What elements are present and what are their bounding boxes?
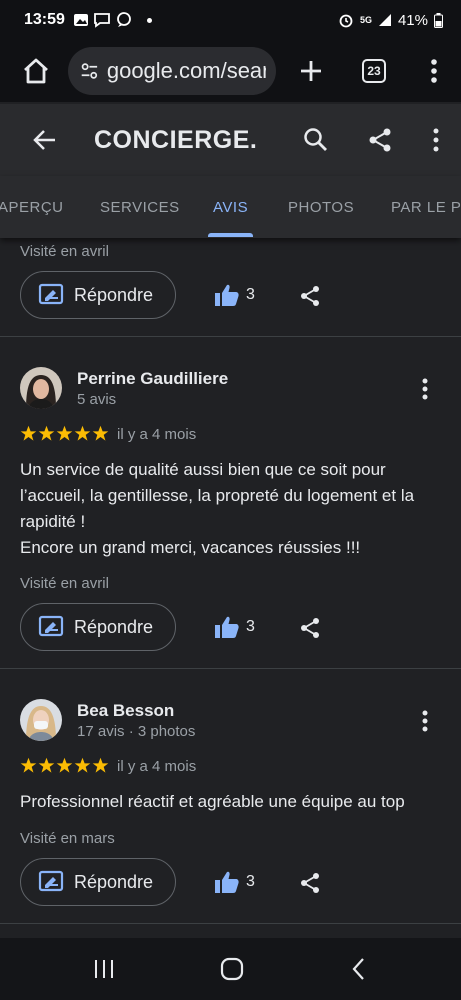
like-button[interactable]: 3 — [214, 870, 255, 894]
star-icon — [38, 757, 55, 773]
search-icon[interactable] — [303, 127, 329, 153]
tab-photos[interactable]: PHOTOS — [288, 199, 354, 216]
network-type: 5G — [359, 15, 372, 25]
star-icon — [92, 757, 109, 773]
reply-button[interactable]: Répondre — [20, 271, 176, 319]
share-review-icon[interactable] — [298, 871, 322, 895]
back-arrow-icon[interactable] — [32, 127, 58, 153]
battery-icon — [434, 12, 443, 28]
divider — [0, 336, 461, 337]
reply-label: Répondre — [74, 616, 154, 637]
chat-notification-icon-2 — [117, 12, 131, 27]
chat-notification-icon — [94, 13, 110, 28]
share-review-icon[interactable] — [298, 284, 322, 308]
star-rating — [20, 757, 109, 774]
avatar[interactable] — [20, 699, 62, 741]
browser-menu-icon[interactable] — [424, 56, 444, 86]
like-button[interactable]: 3 — [214, 615, 255, 639]
url-text: google.com/search — [106, 58, 266, 83]
review-date: il y a 4 mois — [117, 426, 197, 443]
visited-date: Visité en avril — [20, 243, 109, 260]
reply-label: Répondre — [74, 871, 154, 892]
thumbs-up-icon — [215, 284, 239, 306]
star-icon — [74, 425, 91, 441]
active-tab-indicator — [208, 233, 253, 237]
reply-label: Répondre — [74, 284, 154, 305]
tab-overview[interactable]: APERÇU — [0, 199, 64, 216]
share-icon[interactable] — [367, 127, 393, 153]
star-rating — [20, 425, 109, 442]
alarm-icon — [339, 14, 353, 28]
address-bar[interactable]: google.com/search — [68, 47, 276, 95]
place-header: CONCIERGE... — [0, 104, 461, 176]
divider — [0, 668, 461, 669]
review-more-icon[interactable] — [418, 709, 432, 733]
star-icon — [92, 425, 109, 441]
home-button-icon[interactable] — [220, 957, 244, 981]
like-button[interactable]: 3 — [214, 283, 255, 307]
star-icon — [56, 425, 73, 441]
star-icon — [38, 425, 55, 441]
home-icon[interactable] — [18, 53, 54, 89]
reviewer-meta: 5 avis — [77, 391, 117, 408]
reply-icon — [38, 615, 64, 637]
star-icon — [74, 757, 91, 773]
visited-date: Visité en avril — [20, 575, 109, 592]
battery-level: 41% — [397, 11, 428, 29]
tab-bar: APERÇU SERVICES AVIS PHOTOS PAR LE PROPR… — [0, 176, 461, 238]
reviewer-name[interactable]: Perrine Gaudilliere — [77, 369, 228, 389]
more-notifications-dot — [146, 17, 152, 23]
review-text: Un service de qualité aussi bien que ce … — [20, 460, 415, 557]
avatar[interactable] — [20, 367, 62, 409]
reviewer-photo — [20, 367, 62, 409]
tab-owner[interactable]: PAR LE PROPRIÉTAIRE — [391, 199, 461, 216]
notification-icons — [73, 12, 152, 28]
reply-button[interactable]: Répondre — [20, 603, 176, 651]
like-count: 3 — [246, 286, 255, 303]
back-button-icon[interactable] — [349, 957, 369, 981]
status-time: 13:59 — [24, 11, 65, 28]
review-text: Professionnel réactif et agréable une éq… — [20, 792, 405, 811]
visited-date: Visité en mars — [20, 830, 115, 847]
tab-reviews[interactable]: AVIS — [213, 199, 248, 216]
browser-toolbar: google.com/search 23 — [0, 40, 461, 102]
reviewer-name[interactable]: Bea Besson — [77, 701, 174, 721]
star-icon — [20, 757, 37, 773]
tab-count: 23 — [367, 64, 381, 78]
share-review-icon[interactable] — [298, 616, 322, 640]
site-settings-icon[interactable] — [80, 60, 99, 82]
tab-services[interactable]: SERVICES — [100, 199, 180, 216]
tab-switcher-button[interactable]: 23 — [362, 59, 386, 83]
page-title: CONCIERGE... — [94, 125, 259, 154]
gallery-notification-icon — [73, 14, 88, 26]
review-date: il y a 4 mois — [117, 758, 197, 775]
thumbs-up-icon — [215, 871, 239, 893]
recent-apps-icon[interactable] — [93, 958, 115, 980]
reply-icon — [38, 283, 64, 305]
thumbs-up-icon — [215, 616, 239, 638]
like-count: 3 — [246, 618, 255, 635]
status-bar: 13:59 5G 41% — [0, 0, 461, 40]
reply-icon — [38, 870, 64, 892]
star-icon — [56, 757, 73, 773]
reviewer-meta: 17 avis · 3 photos — [77, 723, 196, 740]
like-count: 3 — [246, 873, 255, 890]
signal-icon — [378, 14, 391, 26]
system-navigation-bar — [0, 938, 461, 1000]
reply-button[interactable]: Répondre — [20, 858, 176, 906]
divider — [0, 923, 461, 924]
star-icon — [20, 425, 37, 441]
new-tab-icon[interactable] — [296, 56, 326, 86]
reviewer-photo — [20, 699, 62, 741]
more-options-icon[interactable] — [431, 127, 441, 153]
review-more-icon[interactable] — [418, 377, 432, 401]
